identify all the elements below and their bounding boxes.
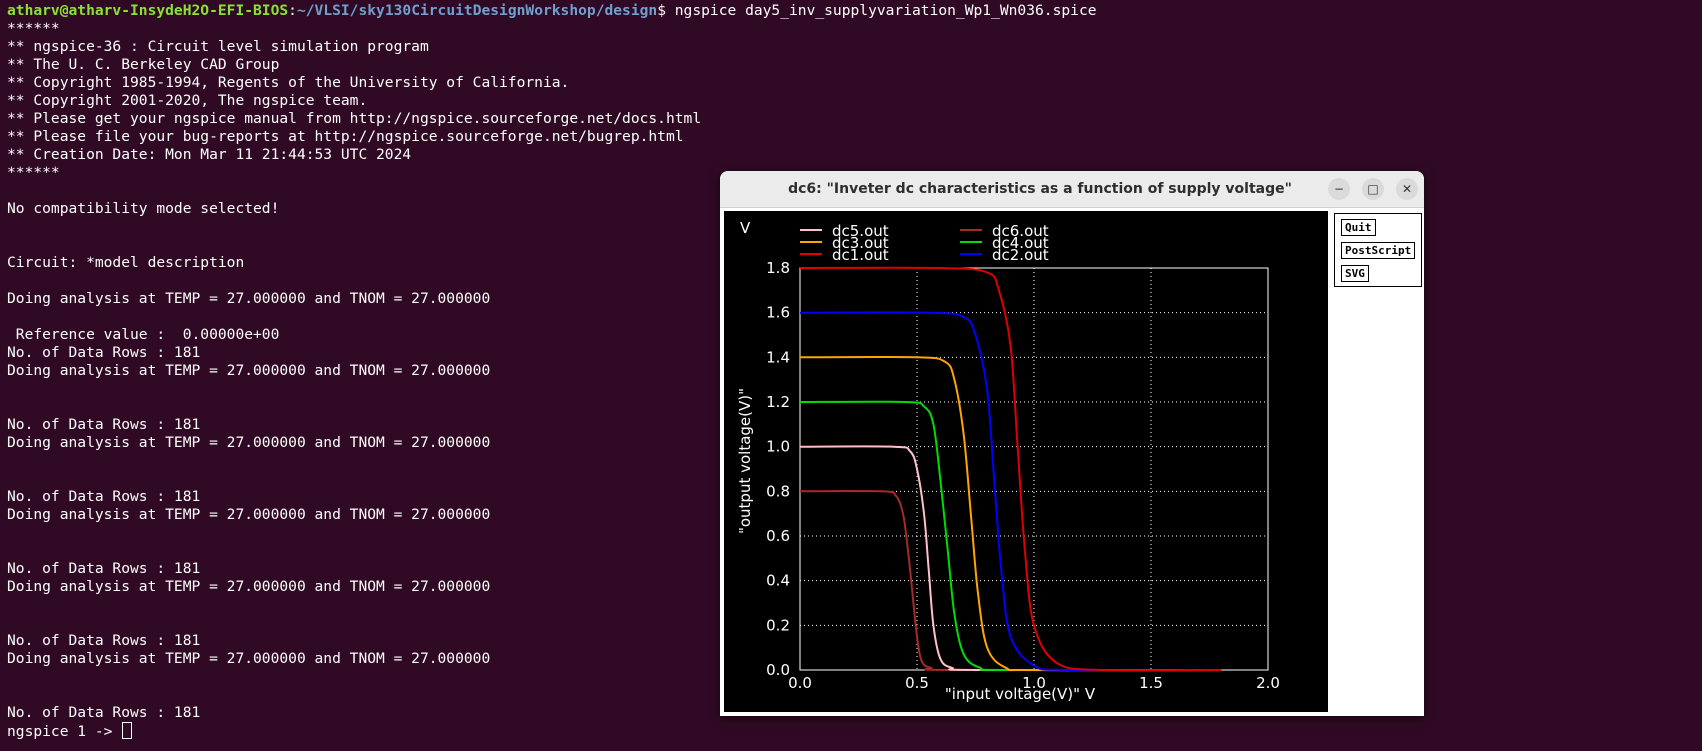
ngspice-prompt-line[interactable]: ngspice 1 -> <box>7 722 133 741</box>
terminal-line: ** Copyright 1985-1994, Regents of the U… <box>7 74 570 91</box>
terminal-line: ** Please get your ngspice manual from h… <box>7 110 702 127</box>
x-tick-label: 0.5 <box>905 674 929 692</box>
y-unit-label: V <box>740 219 751 237</box>
x-tick-label: 1.0 <box>1022 674 1046 692</box>
terminal-line: ****** <box>7 164 60 181</box>
y-axis-label: "output voltage(V)" <box>736 388 754 534</box>
postscript-button[interactable]: PostScript <box>1341 242 1416 259</box>
dc-characteristics-chart: V "input voltage(V)" V "output voltage(V… <box>736 219 1280 703</box>
prompt-user: atharv@atharv-InsydeH2O-EFI-BIOS <box>7 2 289 19</box>
series-line-dc4 <box>799 400 1222 672</box>
y-tick-label: 1.8 <box>766 259 790 277</box>
svg-button[interactable]: SVG <box>1341 265 1369 282</box>
terminal-line: No. of Data Rows : 181 <box>7 632 201 649</box>
terminal-line: Doing analysis at TEMP = 27.000000 and T… <box>7 650 491 667</box>
x-tick-label: 1.5 <box>1139 674 1163 692</box>
terminal-line: ** Please file your bug-reports at http:… <box>7 128 684 145</box>
terminal-line: No. of Data Rows : 181 <box>7 416 201 433</box>
terminal-line: Doing analysis at TEMP = 27.000000 and T… <box>7 506 491 523</box>
y-tick-label: 0.4 <box>766 572 790 590</box>
x-tick-label: 2.0 <box>1256 674 1280 692</box>
y-tick-label: 1.0 <box>766 438 790 456</box>
prompt-command: $ ngspice day5_inv_supplyvariation_Wp1_W… <box>657 2 1097 19</box>
y-tick-label: 0.8 <box>766 482 790 500</box>
terminal-line: Reference value : 0.00000e+00 <box>7 326 280 343</box>
terminal-line: ****** <box>7 20 60 37</box>
y-tick-label: 0.0 <box>766 661 790 679</box>
plot-area[interactable]: V "input voltage(V)" V "output voltage(V… <box>724 211 1328 712</box>
terminal-line: No compatibility mode selected! <box>7 200 280 217</box>
close-button[interactable]: ✕ <box>1396 178 1418 200</box>
series-line-dc6 <box>799 489 1222 672</box>
series-line-dc3 <box>799 355 1222 672</box>
x-tick-label: 0.0 <box>788 674 812 692</box>
y-tick-label: 0.6 <box>766 527 790 545</box>
terminal-line: Doing analysis at TEMP = 27.000000 and T… <box>7 578 491 595</box>
terminal-line: Circuit: *model description <box>7 254 245 271</box>
button-box: Quit PostScript SVG <box>1334 213 1422 287</box>
y-tick-label: 1.6 <box>766 304 790 322</box>
plot-window[interactable]: dc6: "Inveter dc characteristics as a fu… <box>720 171 1424 716</box>
y-tick-label: 1.4 <box>766 348 790 366</box>
terminal-line: ** ngspice-36 : Circuit level simulation… <box>7 38 429 55</box>
terminal-line: ** Copyright 2001-2020, The ngspice team… <box>7 92 368 109</box>
terminal-line: Doing analysis at TEMP = 27.000000 and T… <box>7 434 491 451</box>
text-cursor <box>122 722 133 739</box>
terminal-line: ** Creation Date: Mon Mar 11 21:44:53 UT… <box>7 146 412 163</box>
window-title: dc6: "Inveter dc characteristics as a fu… <box>788 181 1292 197</box>
terminal-line: No. of Data Rows : 181 <box>7 344 201 361</box>
terminal-line: No. of Data Rows : 181 <box>7 488 201 505</box>
command-line: atharv@atharv-InsydeH2O-EFI-BIOS:~/VLSI/… <box>7 2 1097 20</box>
terminal-line: ** The U. C. Berkeley CAD Group <box>7 56 280 73</box>
terminal-line: Doing analysis at TEMP = 27.000000 and T… <box>7 362 491 379</box>
window-titlebar[interactable]: dc6: "Inveter dc characteristics as a fu… <box>720 171 1424 208</box>
ngspice-prompt: ngspice 1 -> <box>7 723 122 740</box>
terminal-line: No. of Data Rows : 181 <box>7 704 201 721</box>
x-axis-label: "input voltage(V)" V <box>945 685 1096 703</box>
prompt-separator: : <box>288 2 297 19</box>
series-line-dc1 <box>799 266 1222 672</box>
quit-button[interactable]: Quit <box>1341 219 1376 236</box>
prompt-path: ~/VLSI/sky130CircuitDesignWorkshop/desig… <box>296 2 658 19</box>
side-panel: Quit PostScript SVG <box>1332 211 1422 716</box>
minimize-button[interactable]: − <box>1328 178 1350 200</box>
y-tick-label: 1.2 <box>766 393 790 411</box>
y-tick-label: 0.2 <box>766 616 790 634</box>
terminal-line: Doing analysis at TEMP = 27.000000 and T… <box>7 290 491 307</box>
terminal-line: No. of Data Rows : 181 <box>7 560 201 577</box>
legend-label: dc1.out <box>832 246 889 264</box>
maximize-button[interactable]: □ <box>1362 178 1384 200</box>
legend-label: dc2.out <box>992 246 1049 264</box>
